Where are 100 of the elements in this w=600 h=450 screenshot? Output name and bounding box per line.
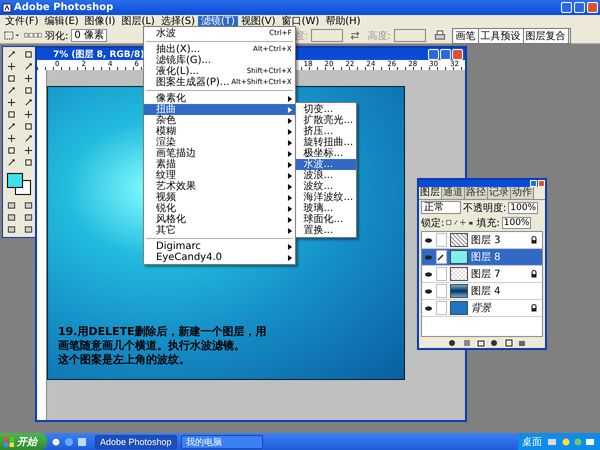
- lock-options-icons[interactable]: [446, 218, 474, 227]
- eye-icon[interactable]: [424, 288, 433, 294]
- menu-item[interactable]: 视图(V): [238, 16, 279, 28]
- layer-name: 图层 7: [471, 268, 502, 281]
- color-swatches-drawing[interactable]: [4, 171, 32, 197]
- menu-item[interactable]: 水波...: [296, 159, 356, 170]
- layer-row[interactable]: 背景: [422, 300, 542, 317]
- close-button[interactable]: [452, 48, 463, 60]
- app-icon: [2, 2, 12, 12]
- layer-row[interactable]: 图层 7: [422, 266, 542, 283]
- palette-tab[interactable]: 图层复合: [524, 28, 569, 42]
- menu-item[interactable]: 其它: [144, 225, 295, 236]
- minimize-button[interactable]: [530, 180, 537, 187]
- panel-tab[interactable]: 动作: [511, 187, 534, 199]
- windows-flag-icon: [4, 436, 14, 446]
- panel-tab[interactable]: 路径: [465, 187, 488, 199]
- eye-icon[interactable]: [424, 304, 433, 312]
- menu-item[interactable]: EyeCandy4.0: [144, 252, 295, 263]
- menu-item[interactable]: 扩散亮光...: [296, 115, 356, 126]
- square-icon: [7, 146, 16, 155]
- taskbar-button[interactable]: 我的电脑: [181, 434, 263, 448]
- marquee-icon[interactable]: [3, 30, 21, 41]
- menu-item[interactable]: 艺术效果: [144, 181, 295, 192]
- document-title: 7% (图层 8, RGB/8): [52, 48, 144, 60]
- square-icon: [24, 86, 32, 95]
- menu-item[interactable]: 球面化...: [296, 214, 356, 225]
- fill-field[interactable]: 100%: [502, 216, 532, 228]
- menu-item[interactable]: 素描: [144, 159, 295, 170]
- restore-button[interactable]: [574, 2, 585, 13]
- menu-item[interactable]: 滤镜库(G)...: [144, 55, 295, 66]
- layer-row[interactable]: 图层 4: [422, 283, 542, 300]
- opacity-field[interactable]: 100%: [508, 202, 538, 214]
- menu-item[interactable]: 风格化: [144, 214, 295, 225]
- panel-tab[interactable]: 图层: [419, 187, 442, 199]
- layer-row[interactable]: 图层 8: [422, 249, 542, 266]
- menu-item[interactable]: 窗口(W): [278, 16, 322, 28]
- menu-item[interactable]: 切变...: [296, 104, 356, 115]
- close-button[interactable]: [538, 180, 545, 187]
- menu-item[interactable]: 像素化: [144, 93, 295, 104]
- arrow-icon: [7, 86, 16, 95]
- panel-tab[interactable]: 通道: [442, 187, 465, 199]
- menu-item[interactable]: 图像(I): [82, 16, 118, 28]
- menu-item[interactable]: 图层(L): [118, 16, 158, 28]
- menu-item[interactable]: 挤压...: [296, 126, 356, 137]
- menu-item[interactable]: Digimarc: [144, 241, 295, 252]
- menu-item[interactable]: 渲染: [144, 137, 295, 148]
- feather-label: 羽化:: [45, 30, 68, 42]
- plus-icon: [7, 98, 16, 107]
- menu-item[interactable]: 帮助(H): [322, 16, 364, 28]
- menu-item[interactable]: 置换...: [296, 225, 356, 236]
- tray-icons[interactable]: [546, 436, 596, 446]
- eye-icon[interactable]: [424, 270, 433, 278]
- layer-name: 图层 3: [471, 234, 502, 247]
- menu-item[interactable]: 海洋波纹...: [296, 192, 356, 203]
- menu-item[interactable]: 模糊: [144, 126, 295, 137]
- palette-tab[interactable]: 画笔: [454, 28, 479, 42]
- plus-icon: [24, 146, 32, 155]
- taskbar-button[interactable]: Adobe Photoshop: [95, 434, 177, 448]
- palette-tab[interactable]: 工具预设: [478, 28, 524, 42]
- square-icon: [24, 122, 32, 131]
- menu-item[interactable]: 波浪...: [296, 170, 356, 181]
- maximize-button[interactable]: [440, 48, 451, 60]
- menu-item[interactable]: 极坐标...: [296, 148, 356, 159]
- caption-text: 19.用DELETE删除后，新建一个图层，用 画笔随意画几个横道。执行水波滤镜。 这个图案是左上角的波纹。: [58, 325, 267, 367]
- menu-item[interactable]: 文件(F): [2, 16, 42, 28]
- menu-item[interactable]: 纹理: [144, 170, 295, 181]
- menu-item[interactable]: 旋转扭曲...: [296, 137, 356, 148]
- panel-tab[interactable]: 记录: [488, 187, 511, 199]
- blend-mode-dropdown[interactable]: 正常: [421, 201, 461, 214]
- menu-item[interactable]: 编辑(E): [42, 16, 82, 28]
- menu-item[interactable]: 选择(S): [158, 16, 198, 28]
- window-title: Adobe Photoshop: [14, 2, 114, 13]
- minimize-button[interactable]: [428, 48, 439, 60]
- menu-item[interactable]: 波纹...: [296, 181, 356, 192]
- menu-item[interactable]: 画笔描边: [144, 148, 295, 159]
- plus-icon: [24, 110, 32, 119]
- arrow-icon: [7, 158, 16, 167]
- arrow-icon: [24, 62, 32, 71]
- arrow-icon: [24, 134, 32, 143]
- menu-item[interactable]: 锐化: [144, 203, 295, 214]
- plus-icon: [7, 134, 16, 143]
- square-icon: [7, 74, 16, 83]
- menu-item[interactable]: 扭曲: [144, 104, 295, 115]
- minimize-button[interactable]: [561, 2, 572, 13]
- eye-icon[interactable]: [424, 236, 433, 244]
- layer-name: 背景: [471, 302, 493, 315]
- layer-name: 图层 8: [471, 251, 502, 264]
- arrow-icon: [7, 122, 16, 131]
- opacity-label: 不透明度:: [463, 202, 506, 214]
- feather-field[interactable]: 0 像素: [71, 29, 107, 42]
- menu-item[interactable]: 杂色: [144, 115, 295, 126]
- width-field[interactable]: [311, 29, 344, 42]
- fill-label: 填充:: [476, 216, 500, 230]
- height-field[interactable]: [394, 29, 426, 42]
- close-button[interactable]: [587, 2, 598, 13]
- menu-item[interactable]: 视频: [144, 192, 295, 203]
- menu-item[interactable]: 滤镜(T): [198, 16, 238, 28]
- arrow-icon: [7, 50, 16, 59]
- plus-icon: [24, 74, 32, 83]
- menu-item[interactable]: 玻璃...: [296, 203, 356, 214]
